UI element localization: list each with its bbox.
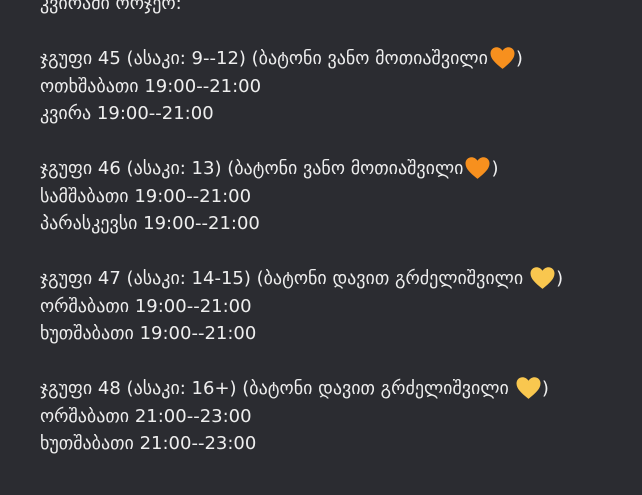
group-title: ჯგუფი 46 (ასაკი: 13) (ბატონი ვანო მოთიაშ…: [40, 155, 630, 183]
schedule-line: სამშაბათი 19:00--21:00: [40, 185, 252, 207]
yellow-heart-icon: [515, 376, 542, 400]
orange-heart-icon: [489, 46, 516, 70]
orange-heart-icon: [464, 156, 491, 180]
schedule-line: ოთხშაბათი 19:00--21:00: [40, 75, 262, 97]
schedule-header: კვირაში ორჯერ:: [40, 0, 182, 14]
schedule-line: ორშაბათი 19:00--21:00: [40, 295, 252, 317]
yellow-heart-icon: [529, 266, 556, 290]
group-title-text: ჯგუფი 46 (ასაკი: 13) (ბატონი ვანო მოთიაშ…: [40, 158, 464, 179]
schedule-line: ხუთშაბათი 19:00--21:00: [40, 323, 257, 344]
schedule-line: პარასკევსი 19:00--21:00: [40, 213, 260, 234]
group-title-close: ): [541, 378, 549, 399]
group-title: ჯგუფი 48 (ასაკი: 16+) (ბატონი დავით გრძე…: [40, 375, 630, 403]
group-title-text: ჯგუფი 45 (ასაკი: 9--12) (ბატონი ვანო მოთ…: [40, 48, 488, 69]
group-title: ჯგუფი 47 (ასაკი: 14-15) (ბატონი დავით გრ…: [40, 265, 630, 293]
group-title-text: ჯგუფი 47 (ასაკი: 14-15) (ბატონი დავით გრ…: [40, 268, 524, 289]
group-title-text: ჯგუფი 48 (ასაკი: 16+) (ბატონი დავით გრძე…: [40, 378, 509, 399]
message-panel: კვირაში ორჯერ: ჯგუფი 45 (ასაკი: 9--12) (…: [0, 0, 642, 495]
schedule-line: კვირა 19:00--21:00: [40, 103, 214, 124]
group-title-close: ): [515, 48, 523, 69]
message-body: კვირაში ორჯერ: ჯგუფი 45 (ასაკი: 9--12) (…: [40, 0, 630, 458]
group-title-close: ): [556, 268, 564, 289]
group-title: ჯგუფი 45 (ასაკი: 9--12) (ბატონი ვანო მოთ…: [40, 45, 630, 73]
schedule-line: ორშაბათი 21:00--23:00: [40, 405, 252, 427]
schedule-line: ხუთშაბათი 21:00--23:00: [40, 433, 257, 454]
group-title-close: ): [491, 158, 499, 179]
